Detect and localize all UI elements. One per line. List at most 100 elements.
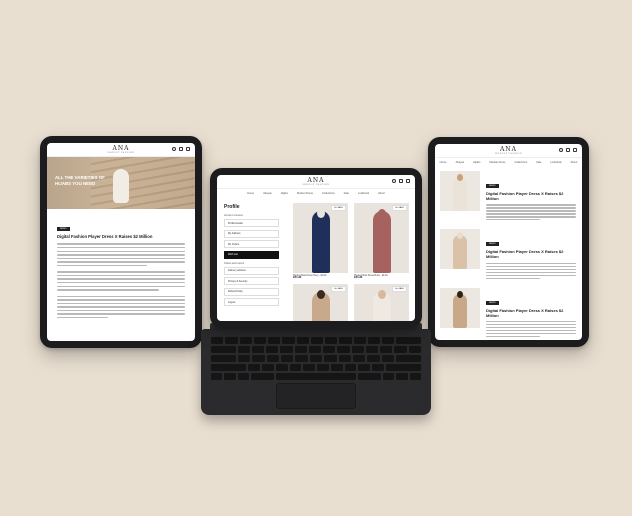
sale-badge: On SALE bbox=[330, 205, 346, 211]
product-image[interactable]: On SALE bbox=[293, 284, 348, 321]
header-icons bbox=[392, 179, 410, 183]
user-icon[interactable] bbox=[566, 148, 570, 152]
search-icon[interactable] bbox=[392, 179, 396, 183]
search-icon[interactable] bbox=[559, 148, 563, 152]
brand-logo[interactable]: ANA MODEST FASHION bbox=[495, 146, 522, 155]
right-header: ANA MODEST FASHION bbox=[435, 144, 582, 158]
cart-icon[interactable] bbox=[406, 179, 410, 183]
nav-item[interactable]: Collections bbox=[514, 161, 527, 164]
product-card[interactable]: On SALE Modest Maxi Dress Navy - ELSA £35 … bbox=[293, 203, 348, 279]
text-line bbox=[486, 271, 576, 273]
main-nav: Home Abayas Hijabs Modest Dress Collections S… bbox=[435, 158, 582, 167]
text-line bbox=[486, 262, 576, 264]
nav-item[interactable]: Lookbook bbox=[550, 161, 561, 164]
nav-item[interactable]: Hijabs bbox=[473, 161, 480, 164]
text-line bbox=[486, 210, 576, 212]
nav-item[interactable]: Abayas bbox=[456, 161, 465, 164]
product-card[interactable]: On SALE Pleated Maxi Dress Rose - ELSA £35… bbox=[354, 203, 409, 279]
post-model bbox=[453, 235, 467, 270]
text-line bbox=[486, 335, 540, 338]
sidebar-item[interactable]: Profile Details bbox=[224, 219, 279, 227]
nav-item[interactable]: Sale bbox=[344, 192, 349, 195]
product-model bbox=[372, 211, 391, 273]
text-line bbox=[486, 277, 540, 279]
product-price: £35 £48 bbox=[354, 277, 363, 279]
blog-list: NEWS Digital Fashion Player Dress X Raise… bbox=[435, 167, 582, 339]
left-tablet: ANA MODEST FASHION ALL THE VARIETIES OF … bbox=[40, 136, 202, 348]
text-line bbox=[486, 274, 576, 276]
text-line bbox=[486, 204, 576, 206]
nav-item[interactable]: Home bbox=[440, 161, 447, 164]
sale-badge: On SALE bbox=[391, 205, 407, 211]
product-price: £35 £48 bbox=[293, 277, 302, 279]
cart-icon[interactable] bbox=[573, 148, 577, 152]
header-icons bbox=[172, 147, 190, 151]
cart-icon[interactable] bbox=[186, 147, 190, 151]
text-line bbox=[486, 323, 576, 326]
post-title[interactable]: Digital Fashion Player Dress X Raises $2… bbox=[486, 191, 576, 201]
post-title[interactable]: Digital Fashion Player Dress X Raises $2… bbox=[486, 308, 576, 318]
article-paragraph bbox=[57, 243, 185, 267]
product-model-head bbox=[316, 209, 325, 218]
product-image[interactable]: On SALE bbox=[354, 203, 409, 273]
blog-post[interactable]: NEWS Digital Fashion Player Dress X Raise… bbox=[440, 287, 576, 339]
post-image[interactable] bbox=[440, 171, 480, 211]
sidebar-item[interactable]: Delivery address bbox=[224, 266, 279, 275]
brand-logo[interactable]: ANA MODEST FASHION bbox=[107, 145, 134, 154]
sidebar-item[interactable]: My Orders bbox=[224, 240, 279, 248]
nav-item[interactable]: Modest Dress bbox=[297, 192, 313, 195]
sidebar-item[interactable]: Wish List bbox=[224, 250, 279, 259]
keyboard bbox=[201, 329, 431, 415]
product-image[interactable]: On SALE bbox=[354, 284, 409, 321]
product-card[interactable]: On SALE bbox=[293, 284, 348, 321]
search-icon[interactable] bbox=[172, 147, 176, 151]
post-model-head bbox=[457, 290, 463, 298]
header-icons bbox=[559, 148, 577, 152]
right-tablet-screen: ANA MODEST FASHION Home Abayas Hijabs Modes… bbox=[435, 144, 582, 340]
sidebar-section-label: Account overview bbox=[224, 214, 243, 217]
nav-item[interactable]: Home bbox=[247, 192, 254, 195]
nav-item[interactable]: Modest Dress bbox=[489, 161, 505, 164]
nav-item[interactable]: About bbox=[571, 161, 578, 164]
post-badge: NEWS bbox=[486, 300, 499, 305]
sidebar-item[interactable]: Privacy & Security bbox=[224, 277, 279, 285]
nav-item[interactable]: Lookbook bbox=[358, 192, 369, 195]
sidebar-item[interactable]: Refund Policy bbox=[224, 287, 279, 296]
nav-item[interactable]: Hijabs bbox=[281, 192, 288, 195]
article-badge: NEWS bbox=[57, 227, 70, 231]
blog-post[interactable]: NEWS Digital Fashion Player Dress X Raise… bbox=[440, 171, 576, 222]
main-nav: Home Abayas Hijabs Modest Dress Collections S… bbox=[217, 189, 415, 198]
blog-post[interactable]: NEWS Digital Fashion Player Dress X Raise… bbox=[440, 229, 576, 280]
post-image[interactable] bbox=[440, 287, 480, 328]
sidebar-item[interactable]: Logout bbox=[224, 298, 279, 306]
article-paragraph bbox=[57, 271, 185, 291]
profile-sidebar: Profile Account overview Profile Details… bbox=[217, 198, 283, 321]
post-text: NEWS Digital Fashion Player Dress X Raise… bbox=[486, 171, 576, 222]
trackpad[interactable] bbox=[276, 383, 356, 409]
center-tablet-screen: ANA MODEST FASHION Home Abayas Hijabs Modes… bbox=[217, 175, 415, 321]
sidebar-item[interactable]: My Address bbox=[224, 229, 279, 238]
nav-item[interactable]: Abayas bbox=[263, 192, 272, 195]
product-image[interactable]: On SALE bbox=[293, 203, 348, 273]
text-line bbox=[486, 332, 576, 335]
post-badge: NEWS bbox=[486, 242, 499, 247]
right-tablet: ANA MODEST FASHION Home Abayas Hijabs Modes… bbox=[428, 137, 589, 347]
center-header: ANA MODEST FASHION bbox=[217, 175, 415, 189]
user-icon[interactable] bbox=[399, 179, 403, 183]
nav-item[interactable]: Sale bbox=[536, 161, 541, 164]
post-title[interactable]: Digital Fashion Player Dress X Raises $2… bbox=[486, 249, 576, 259]
post-image[interactable] bbox=[440, 229, 480, 270]
product-model-head bbox=[377, 290, 386, 299]
brand-logo[interactable]: ANA MODEST FASHION bbox=[302, 177, 329, 186]
center-tablet: ANA MODEST FASHION Home Abayas Hijabs Modes… bbox=[210, 168, 422, 328]
product-card[interactable]: On SALE bbox=[354, 284, 409, 321]
text-line bbox=[486, 213, 576, 215]
nav-item[interactable]: About bbox=[378, 192, 385, 195]
text-line bbox=[486, 320, 576, 323]
hero-banner: ALL THE VARIETIES OF HIJABS YOU NEED bbox=[47, 157, 195, 209]
text-line bbox=[486, 329, 576, 332]
post-badge: NEWS bbox=[486, 184, 499, 188]
user-icon[interactable] bbox=[179, 147, 183, 151]
article-title[interactable]: Digital Fashion Player Dress X Raises $2… bbox=[57, 234, 185, 239]
nav-item[interactable]: Collections bbox=[322, 192, 335, 195]
